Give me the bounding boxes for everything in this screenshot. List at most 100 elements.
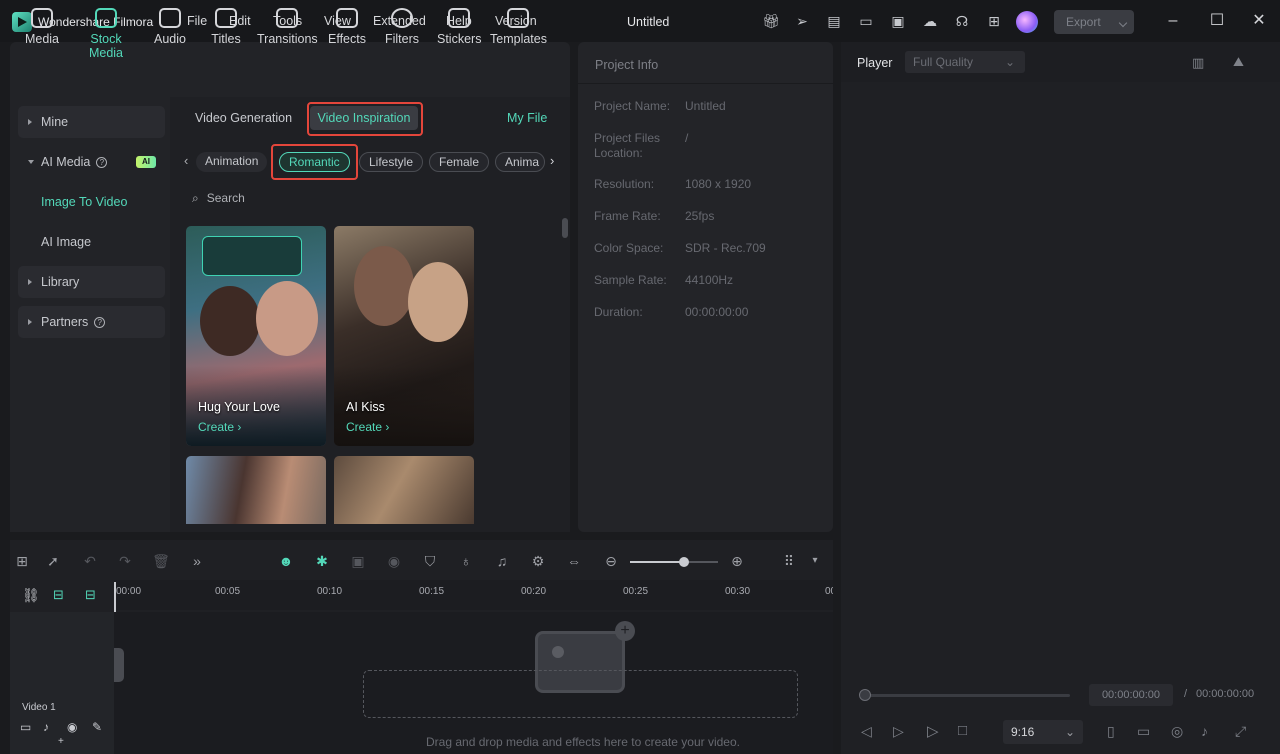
menu-file[interactable]: File (187, 14, 207, 28)
card-hug-your-love[interactable]: Hug Your Love Create › (186, 226, 326, 446)
chip-lifestyle[interactable]: Lifestyle (359, 152, 424, 172)
scrollbar[interactable] (562, 218, 568, 238)
help-icon[interactable]: ? (96, 157, 108, 169)
clip-settings-icon[interactable]: ⚙ (529, 553, 547, 569)
ai-copilot-icon[interactable]: ☻ (277, 553, 295, 569)
drop-zone[interactable] (363, 670, 798, 718)
chevron-down-icon[interactable]: ▾ (806, 553, 824, 569)
maximize-icon[interactable]: ☐ (1208, 12, 1226, 30)
card-thumbnail[interactable] (186, 456, 326, 524)
lock-icon[interactable]: ✎ (92, 720, 102, 734)
current-time[interactable]: 00:00:00:00 (1089, 684, 1173, 706)
chip-animation[interactable]: Animation (196, 152, 268, 172)
card-ai-kiss[interactable]: AI Kiss Create › (334, 226, 474, 446)
apps-grid-icon[interactable]: ⊞ (986, 13, 1002, 29)
fullscreen-icon[interactable]: ⤢ (1235, 723, 1246, 740)
toolbar-stock-media[interactable]: Stock Media (72, 8, 140, 60)
chip-female[interactable]: Female (429, 152, 490, 172)
speaker-icon[interactable]: ♪ (43, 720, 49, 734)
more-tools-icon[interactable]: » (188, 553, 206, 569)
volume-icon[interactable]: ♪ (1201, 723, 1208, 739)
highlight-box (271, 144, 358, 180)
track-resize-handle[interactable] (114, 648, 124, 682)
select-tool-icon[interactable]: ➚ (44, 553, 62, 569)
stop-icon[interactable]: □ (958, 722, 967, 739)
send-icon[interactable]: ➢ (794, 13, 810, 29)
image-icon[interactable]: ⛰ (1233, 54, 1244, 70)
playhead-slider[interactable] (865, 694, 1070, 697)
link-icon[interactable]: ⊟ (53, 587, 64, 603)
zoom-out-icon[interactable]: ⊖ (602, 553, 620, 569)
add-media-icon[interactable]: + (615, 621, 635, 641)
zoom-in-icon[interactable]: ⊕ (728, 553, 746, 569)
playhead-knob[interactable] (859, 689, 871, 701)
replace-icon[interactable]: ▣ (349, 553, 367, 569)
undo-icon[interactable]: ↶ (81, 553, 99, 569)
toolbar-titles[interactable]: Titles (208, 8, 244, 46)
avatar[interactable] (1016, 11, 1038, 33)
sidebar-item-ai-media[interactable]: AI Media? AI (18, 146, 165, 178)
toolbar-stickers[interactable]: Stickers (437, 8, 481, 46)
toolbar-templates[interactable]: Templates (490, 8, 547, 46)
stickers-icon (448, 8, 470, 28)
headset-icon[interactable]: ☊ (954, 13, 970, 29)
cloud-upload-icon[interactable]: ☁ (922, 13, 938, 29)
sidebar-item-image-to-video[interactable]: Image To Video (41, 195, 127, 209)
timeline-panel: ⊞ ➚ ↶ ↷ 🗑︎ » ☻ ✱ ▣ ◉ ⛉ ♁ ♫ ⚙ ⇔ ⊖ ⊕ ⠿ ▾ ⛓… (10, 540, 833, 754)
delete-icon[interactable]: 🗑︎ (152, 553, 170, 569)
chevron-left-icon[interactable]: ‹ (184, 153, 188, 168)
render-preview-icon[interactable]: ▯ (1107, 723, 1115, 740)
tab-video-generation[interactable]: Video Generation (195, 106, 292, 130)
export-button[interactable]: Export (1054, 10, 1134, 34)
redo-icon[interactable]: ↷ (116, 553, 134, 569)
compare-view-icon[interactable]: ▥ (1192, 55, 1204, 71)
search-input[interactable]: ⌕ Search (192, 191, 245, 206)
card-create-link[interactable]: Create › (198, 420, 241, 434)
next-frame-icon[interactable]: ▷ (893, 723, 904, 740)
display-icon[interactable]: ▭ (1137, 723, 1150, 740)
toolbar-transitions[interactable]: Transitions (257, 8, 318, 46)
layout-grid-icon[interactable]: ⊞ (13, 553, 31, 569)
toolbar-effects[interactable]: Effects (326, 8, 368, 46)
chip-anima[interactable]: Anima (495, 152, 545, 172)
auto-reframe-icon[interactable]: ✱ (313, 553, 331, 569)
track-manage-icon[interactable]: ⊟ (85, 587, 96, 603)
toolbar-audio[interactable]: Audio (152, 8, 188, 46)
eye-icon[interactable]: ◉ (67, 720, 77, 734)
face-shape (256, 281, 318, 356)
timeline-ruler[interactable]: ⛓ ⊟ ⊟ 00:00 00:05 00:10 00:15 00:20 00:2… (10, 580, 833, 610)
play-icon[interactable]: ▷ (927, 722, 939, 740)
minimize-icon[interactable]: – (1164, 12, 1182, 30)
chevron-right-icon[interactable]: › (550, 153, 554, 168)
my-file-link[interactable]: My File (507, 106, 547, 130)
sidebar-item-library[interactable]: Library (18, 266, 165, 298)
sidebar-item-mine[interactable]: Mine (18, 106, 165, 138)
card-thumbnail[interactable] (334, 456, 474, 524)
toolbar-media[interactable]: Media (24, 8, 60, 46)
mask-icon[interactable]: ⛉ (421, 553, 439, 569)
speed-icon[interactable]: ◉ (385, 553, 403, 569)
save-icon[interactable]: ▣ (890, 13, 906, 29)
filters-icon (391, 8, 413, 28)
microphone-icon[interactable]: ♁ (457, 553, 475, 569)
sidebar-item-partners[interactable]: Partners? (18, 306, 165, 338)
help-icon[interactable]: ? (94, 317, 106, 329)
snapshot-icon[interactable]: ◎ (1171, 723, 1183, 740)
monitor-icon[interactable]: ▭ (858, 13, 874, 29)
zoom-knob[interactable] (679, 557, 689, 567)
prev-frame-icon[interactable]: ◁ (861, 723, 872, 740)
card-create-link[interactable]: Create › (346, 420, 389, 434)
sidebar-item-ai-image[interactable]: AI Image (41, 235, 91, 249)
add-track-icon[interactable]: + (58, 736, 64, 747)
track-layout-icon[interactable]: ⠿ (780, 553, 798, 569)
gift-icon[interactable]: 🎁︎ (762, 13, 780, 29)
link-off-icon[interactable]: ⛓ (22, 587, 40, 604)
receipt-icon[interactable]: ▤ (826, 13, 842, 29)
fit-timeline-icon[interactable]: ⇔ (565, 553, 583, 569)
folder-icon[interactable]: ▭ (20, 720, 31, 734)
audio-list-icon[interactable]: ♫ (493, 553, 511, 569)
toolbar-filters[interactable]: Filters (384, 8, 420, 46)
quality-select[interactable]: Full Quality ⌄ (905, 51, 1025, 73)
aspect-ratio-select[interactable]: 9:16 ⌄ (1003, 720, 1083, 744)
close-icon[interactable]: ✕ (1250, 12, 1268, 30)
